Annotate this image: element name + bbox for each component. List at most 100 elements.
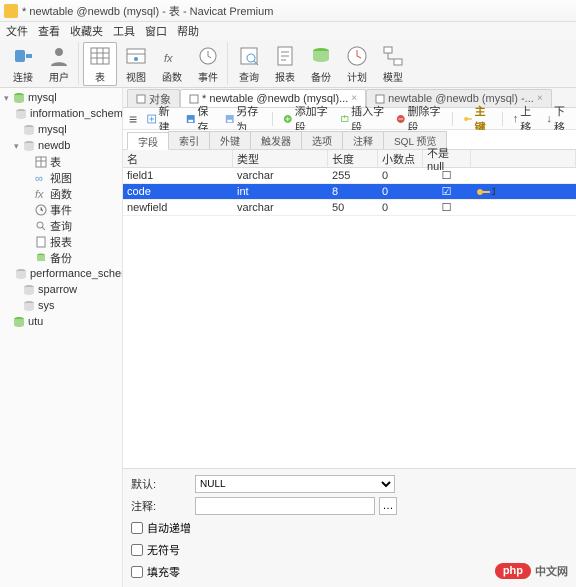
designer-subtabs: 字段索引外键触发器选项注释SQL 预览 xyxy=(123,130,576,150)
menu-tools[interactable]: 工具 xyxy=(113,23,135,39)
autoinc-checkbox[interactable] xyxy=(131,522,143,534)
comment-input[interactable] xyxy=(195,497,375,515)
tree-node[interactable]: 事件 xyxy=(0,202,122,218)
tree-node[interactable]: ∞视图 xyxy=(0,170,122,186)
zerofill-label: 填充零 xyxy=(147,564,180,580)
tree-node[interactable]: ▾mysql xyxy=(0,90,122,106)
menu-fav[interactable]: 收藏夹 xyxy=(70,23,103,39)
query-icon xyxy=(237,44,261,68)
subtab[interactable]: 外键 xyxy=(209,131,251,149)
menu-window[interactable]: 窗口 xyxy=(145,23,167,39)
tree-node[interactable]: ▾newdb xyxy=(0,138,122,154)
report-icon xyxy=(273,44,297,68)
table-row[interactable]: field1varchar2550☐ xyxy=(123,168,576,184)
subtab[interactable]: 索引 xyxy=(168,131,210,149)
comment-label: 注释: xyxy=(131,498,191,514)
toolbar-fx[interactable]: fx函数 xyxy=(155,42,189,86)
col-type[interactable]: 类型 xyxy=(233,150,328,167)
comment-more-button[interactable]: … xyxy=(379,497,397,515)
content-area: 对象* newtable @newdb (mysql)...×newtable … xyxy=(123,88,576,587)
watermark-badge: php xyxy=(495,563,531,579)
backup-icon xyxy=(309,44,333,68)
toolbar-query[interactable]: 查询 xyxy=(232,42,266,86)
schema-icon xyxy=(22,139,36,153)
subtab[interactable]: 触发器 xyxy=(250,131,302,149)
events-icon xyxy=(34,203,48,217)
tree-node[interactable]: fx函数 xyxy=(0,186,122,202)
backups-icon xyxy=(34,251,48,265)
tree-node[interactable]: information_schema xyxy=(0,106,122,122)
tables-icon xyxy=(34,155,48,169)
svg-text:∞: ∞ xyxy=(35,173,43,185)
svg-text:fx: fx xyxy=(35,189,44,201)
col-notnull[interactable]: 不是 null xyxy=(423,150,471,167)
app-icon xyxy=(4,4,18,18)
svg-text:1: 1 xyxy=(491,186,495,198)
toolbar-backup[interactable]: 备份 xyxy=(304,42,338,86)
close-icon[interactable]: × xyxy=(537,93,543,104)
tree-node[interactable]: utu xyxy=(0,314,122,330)
toolbar-model[interactable]: 模型 xyxy=(376,42,410,86)
designer-toolbar: ≡ 新建 保存 另存为 添加字段 插入字段 删除字段 主键 ↑上移 ↓下移 xyxy=(123,108,576,130)
queries-icon xyxy=(34,219,48,233)
fx-icon: fx xyxy=(160,44,184,68)
col-decimals[interactable]: 小数点 xyxy=(378,150,423,167)
zerofill-checkbox[interactable] xyxy=(131,566,143,578)
key-icon xyxy=(471,200,576,215)
db-icon xyxy=(12,91,26,105)
schema-icon xyxy=(22,123,36,137)
reports-icon xyxy=(34,235,48,249)
db-icon xyxy=(12,315,26,329)
menu-help[interactable]: 帮助 xyxy=(177,23,199,39)
tree-node[interactable]: sparrow xyxy=(0,282,122,298)
unsigned-checkbox[interactable] xyxy=(131,544,143,556)
menu-bar: 文件 查看 收藏夹 工具 窗口 帮助 xyxy=(0,22,576,40)
table-icon xyxy=(88,44,112,68)
toolbar-schedule[interactable]: 计划 xyxy=(340,42,374,86)
schema-icon xyxy=(14,267,28,281)
hamburger-button[interactable]: ≡ xyxy=(129,111,137,127)
schema-icon xyxy=(22,299,36,313)
col-length[interactable]: 长度 xyxy=(328,150,378,167)
menu-file[interactable]: 文件 xyxy=(6,23,28,39)
toolbar-plug[interactable]: 连接 xyxy=(6,42,40,86)
clock-icon xyxy=(196,44,220,68)
tree-node[interactable]: sys xyxy=(0,298,122,314)
watermark: php 中文网 xyxy=(495,563,568,579)
tree-node[interactable]: 表 xyxy=(0,154,122,170)
table-row[interactable]: newfieldvarchar500☐ xyxy=(123,200,576,216)
subtab[interactable]: 注释 xyxy=(342,131,384,149)
menu-view[interactable]: 查看 xyxy=(38,23,60,39)
default-select[interactable]: NULL xyxy=(195,475,395,493)
default-label: 默认: xyxy=(131,476,191,492)
main-toolbar: 连接用户表视图fx函数事件查询报表备份计划模型 xyxy=(0,40,576,88)
key-icon: 1 xyxy=(471,184,576,199)
tree-node[interactable]: 报表 xyxy=(0,234,122,250)
views-icon: ∞ xyxy=(34,171,48,185)
schema-icon xyxy=(14,107,28,121)
tree-node[interactable]: 备份 xyxy=(0,250,122,266)
toolbar-report[interactable]: 报表 xyxy=(268,42,302,86)
fx-icon: fx xyxy=(34,187,48,201)
schedule-icon xyxy=(345,44,369,68)
key-icon xyxy=(471,168,576,183)
toolbar-table[interactable]: 表 xyxy=(83,42,117,86)
view-icon xyxy=(124,44,148,68)
toolbar-clock[interactable]: 事件 xyxy=(191,42,225,86)
tree-node[interactable]: mysql xyxy=(0,122,122,138)
svg-text:fx: fx xyxy=(164,53,173,65)
user-icon xyxy=(47,44,71,68)
toolbar-user[interactable]: 用户 xyxy=(42,42,76,86)
tree-node[interactable]: performance_schema xyxy=(0,266,122,282)
tree-node[interactable]: 查询 xyxy=(0,218,122,234)
subtab[interactable]: 选项 xyxy=(301,131,343,149)
col-name[interactable]: 名 xyxy=(123,150,233,167)
model-icon xyxy=(381,44,405,68)
schema-icon xyxy=(22,283,36,297)
subtab[interactable]: 字段 xyxy=(127,132,169,150)
connection-tree[interactable]: ▾mysqlinformation_schemamysql▾newdb表∞视图f… xyxy=(0,88,123,587)
field-grid[interactable]: 名 类型 长度 小数点 不是 null field1varchar2550☐co… xyxy=(123,150,576,468)
toolbar-view[interactable]: 视图 xyxy=(119,42,153,86)
table-row[interactable]: codeint80☑1 xyxy=(123,184,576,200)
table-icon xyxy=(136,94,146,104)
